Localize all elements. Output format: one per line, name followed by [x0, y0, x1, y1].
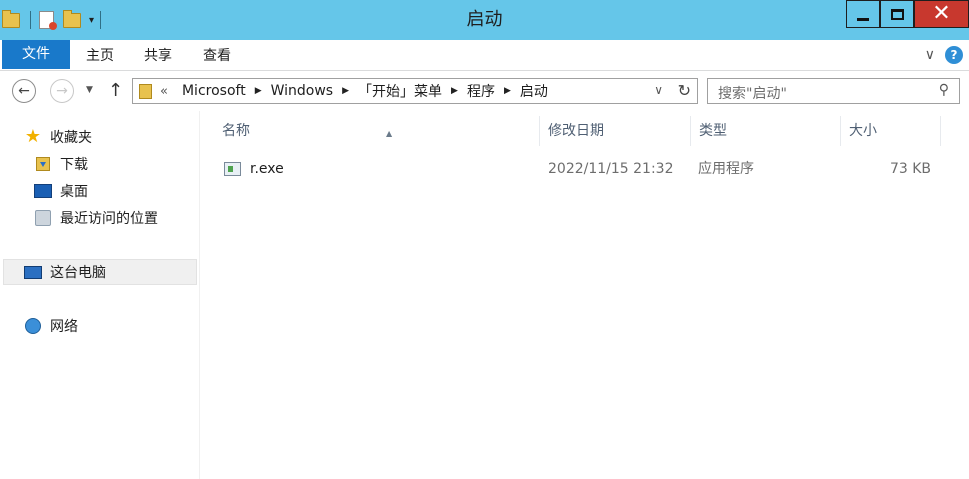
up-arrow-icon[interactable]: ↑	[108, 80, 123, 101]
sidebar-item-label: 下载	[60, 157, 88, 173]
sidebar-item-label: 收藏夹	[50, 130, 92, 146]
maximize-button[interactable]	[880, 0, 914, 28]
file-type: 应用程序	[698, 161, 754, 177]
sidebar-item-label: 这台电脑	[50, 265, 106, 281]
table-row[interactable]: r.exe 2022/11/15 21:32 应用程序 73 KB	[214, 157, 941, 181]
star-icon: ★	[24, 126, 42, 147]
download-folder-icon	[34, 156, 52, 172]
column-header-date[interactable]: 修改日期	[540, 116, 691, 146]
column-header-name[interactable]: 名称 ▲	[214, 116, 540, 146]
file-name: r.exe	[250, 161, 284, 177]
column-header-size[interactable]: 大小	[841, 116, 941, 146]
breadcrumb-arrow-icon[interactable]: ▶	[342, 86, 349, 96]
sidebar-item-downloads[interactable]: 下载	[34, 153, 88, 175]
sort-ascending-icon: ▲	[386, 129, 393, 138]
close-button[interactable]: ✕	[914, 0, 969, 28]
ribbon-controls: ∨ ?	[925, 46, 963, 64]
navigation-pane: ★ 收藏夹 下载 桌面 最近访问的位置 这台电脑 网络	[0, 111, 200, 479]
back-button[interactable]: ←	[12, 79, 36, 103]
navigation-bar: ← → ▼ ↑ « Microsoft ▶ Windows ▶ 「开始」菜单 ▶…	[0, 71, 969, 111]
column-header-label: 名称	[222, 123, 250, 139]
expand-ribbon-icon[interactable]: ∨	[925, 47, 935, 63]
forward-button[interactable]: →	[50, 79, 74, 103]
computer-icon	[24, 264, 42, 280]
sidebar-item-label: 最近访问的位置	[60, 211, 158, 227]
address-dropdown-icon[interactable]: ∨	[654, 83, 663, 97]
search-icon[interactable]: ⚲	[939, 82, 949, 98]
column-header-type[interactable]: 类型	[691, 116, 841, 146]
address-overflow[interactable]: «	[160, 84, 168, 99]
tab-file[interactable]: 文件	[2, 40, 70, 69]
tab-share[interactable]: 共享	[144, 43, 172, 69]
network-icon	[24, 318, 42, 334]
folder-icon	[139, 83, 152, 99]
recent-locations-icon[interactable]: ▼	[86, 85, 93, 95]
sidebar-item-this-pc[interactable]: 这台电脑	[3, 259, 197, 285]
application-icon	[224, 162, 241, 176]
title-bar: ▾ 启动 ✕	[0, 0, 969, 40]
minimize-icon	[857, 17, 869, 21]
sidebar-item-desktop[interactable]: 桌面	[34, 180, 88, 202]
sidebar-item-network[interactable]: 网络	[24, 315, 78, 337]
breadcrumb-windows[interactable]: Windows	[271, 83, 334, 99]
sidebar-item-label: 桌面	[60, 184, 88, 200]
file-date: 2022/11/15 21:32	[548, 161, 674, 177]
help-icon[interactable]: ?	[945, 46, 963, 64]
search-input[interactable]: 搜索"启动"	[718, 83, 787, 103]
recent-places-icon	[34, 210, 52, 226]
sidebar-item-favorites[interactable]: ★ 收藏夹	[24, 126, 92, 148]
file-name-cell[interactable]: r.exe	[224, 157, 284, 181]
address-bar[interactable]: « Microsoft ▶ Windows ▶ 「开始」菜单 ▶ 程序 ▶ 启动…	[132, 78, 698, 104]
breadcrumb-arrow-icon[interactable]: ▶	[255, 86, 262, 96]
file-size: 73 KB	[889, 161, 931, 177]
minimize-button[interactable]	[846, 0, 880, 28]
breadcrumb-programs[interactable]: 程序	[467, 81, 495, 101]
tab-home[interactable]: 主页	[86, 43, 114, 69]
desktop-icon	[34, 183, 52, 199]
breadcrumb-startup[interactable]: 启动	[520, 81, 548, 101]
breadcrumb-microsoft[interactable]: Microsoft	[182, 83, 246, 99]
maximize-icon	[890, 8, 904, 20]
close-icon: ✕	[932, 1, 951, 26]
breadcrumb-arrow-icon[interactable]: ▶	[451, 86, 458, 96]
sidebar-item-recent-places[interactable]: 最近访问的位置	[34, 207, 158, 229]
file-list: 名称 ▲ 修改日期 类型 大小 r.exe 2022/11/15 21:32 应…	[200, 111, 969, 479]
breadcrumb-start-menu[interactable]: 「开始」菜单	[358, 81, 442, 101]
sidebar-item-label: 网络	[50, 319, 78, 335]
search-box[interactable]: 搜索"启动" ⚲	[707, 78, 960, 104]
breadcrumb-arrow-icon[interactable]: ▶	[504, 86, 511, 96]
window-title: 启动	[466, 9, 503, 30]
ribbon: 文件 主页 共享 查看 ∨ ?	[0, 40, 969, 71]
tab-view[interactable]: 查看	[203, 43, 231, 69]
refresh-icon[interactable]: ↻	[678, 81, 691, 100]
